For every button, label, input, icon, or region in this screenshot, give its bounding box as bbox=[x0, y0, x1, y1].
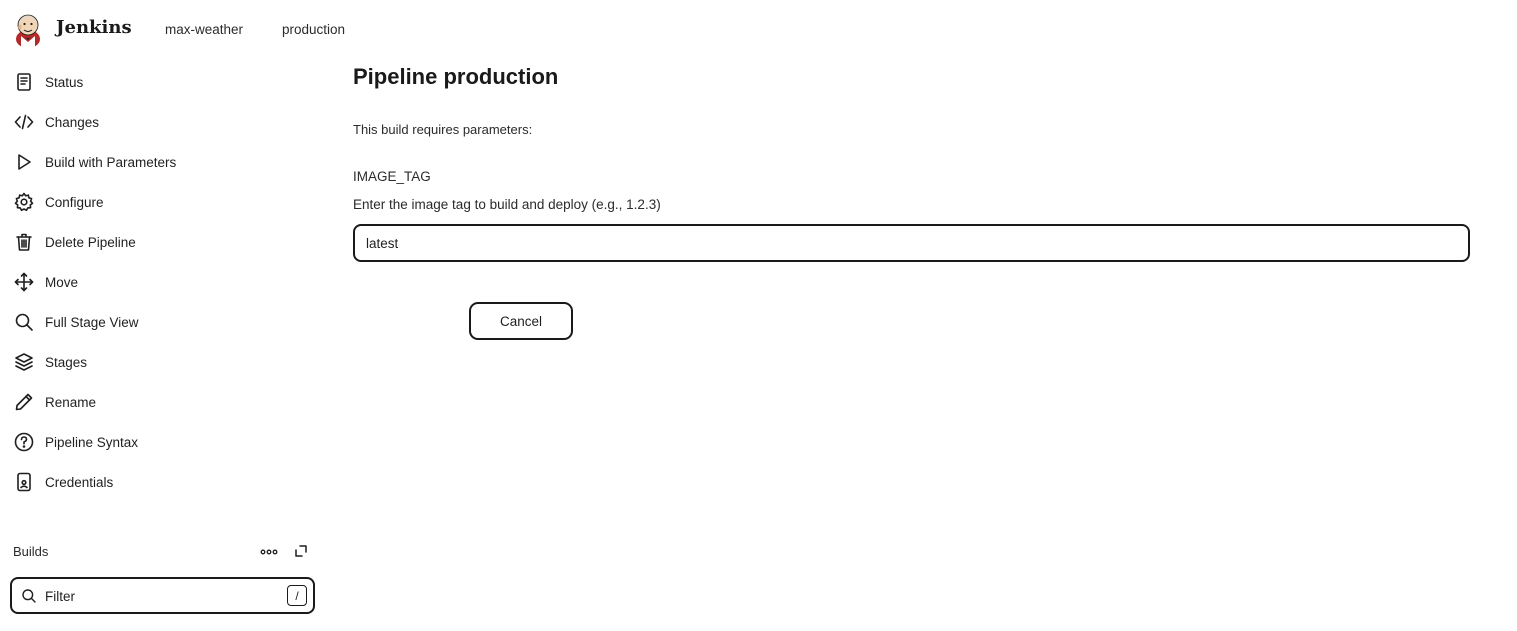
move-icon bbox=[13, 271, 35, 293]
play-icon bbox=[13, 151, 35, 173]
cancel-button[interactable]: Cancel bbox=[469, 302, 573, 340]
more-options-icon[interactable] bbox=[259, 544, 279, 560]
document-icon bbox=[13, 71, 35, 93]
sidebar-item-changes[interactable]: Changes bbox=[0, 102, 330, 142]
sidebar-item-status[interactable]: Status bbox=[0, 62, 330, 102]
parameter-name-label: IMAGE_TAG bbox=[353, 169, 431, 184]
breadcrumb-production[interactable]: production bbox=[282, 22, 345, 37]
trash-icon bbox=[13, 231, 35, 253]
sidebar-item-label: Rename bbox=[45, 394, 97, 410]
sidebar-item-pipeline-syntax[interactable]: Pipeline Syntax bbox=[0, 422, 330, 462]
search-icon bbox=[21, 588, 37, 604]
builds-section-title: Builds bbox=[13, 544, 49, 559]
page-title: Pipeline production bbox=[353, 64, 559, 89]
sidebar-item-build-with-parameters[interactable]: Build with Parameters bbox=[0, 142, 330, 182]
sidebar-item-rename[interactable]: Rename bbox=[0, 382, 330, 422]
sidebar-item-label: Status bbox=[45, 74, 84, 90]
sidebar-item-label: Build with Parameters bbox=[45, 154, 177, 170]
expand-icon[interactable] bbox=[292, 542, 310, 560]
gear-icon bbox=[13, 191, 35, 213]
top-header: Jenkins max-weather production bbox=[0, 0, 1517, 60]
jenkins-logo-icon[interactable] bbox=[14, 12, 42, 48]
sidebar-item-configure[interactable]: Configure bbox=[0, 182, 330, 222]
sidebar-item-stages[interactable]: Stages bbox=[0, 342, 330, 382]
code-icon bbox=[13, 111, 35, 133]
search-icon bbox=[13, 311, 35, 333]
sidebar-item-label: Move bbox=[45, 274, 79, 290]
keyboard-shortcut-hint: / bbox=[287, 585, 307, 606]
sidebar-item-credentials[interactable]: Credentials bbox=[0, 462, 330, 502]
sidebar-item-delete-pipeline[interactable]: Delete Pipeline bbox=[0, 222, 330, 262]
sidebar-item-label: Credentials bbox=[45, 474, 114, 490]
image-tag-input[interactable] bbox=[353, 224, 1470, 262]
parameter-description: Enter the image tag to build and deploy … bbox=[353, 197, 661, 212]
help-circle-icon bbox=[13, 431, 35, 453]
pencil-icon bbox=[13, 391, 35, 413]
sidebar-item-label: Full Stage View bbox=[45, 314, 139, 330]
builds-filter-input[interactable] bbox=[45, 586, 275, 606]
builds-filter[interactable]: / bbox=[10, 577, 315, 614]
sidebar-item-label: Delete Pipeline bbox=[45, 234, 136, 250]
layers-icon bbox=[13, 351, 35, 373]
sidebar-item-label: Pipeline Syntax bbox=[45, 434, 139, 450]
sidebar-item-label: Stages bbox=[45, 354, 88, 370]
requires-parameters-text: This build requires parameters: bbox=[353, 122, 533, 137]
jenkins-brand-link[interactable]: Jenkins bbox=[56, 17, 132, 38]
sidebar-item-full-stage-view[interactable]: Full Stage View bbox=[0, 302, 330, 342]
sidebar-item-move[interactable]: Move bbox=[0, 262, 330, 302]
sidebar-item-label: Changes bbox=[45, 114, 100, 130]
breadcrumb-max-weather[interactable]: max-weather bbox=[165, 22, 243, 37]
sidebar-item-label: Configure bbox=[45, 194, 104, 210]
credentials-icon bbox=[13, 471, 35, 493]
